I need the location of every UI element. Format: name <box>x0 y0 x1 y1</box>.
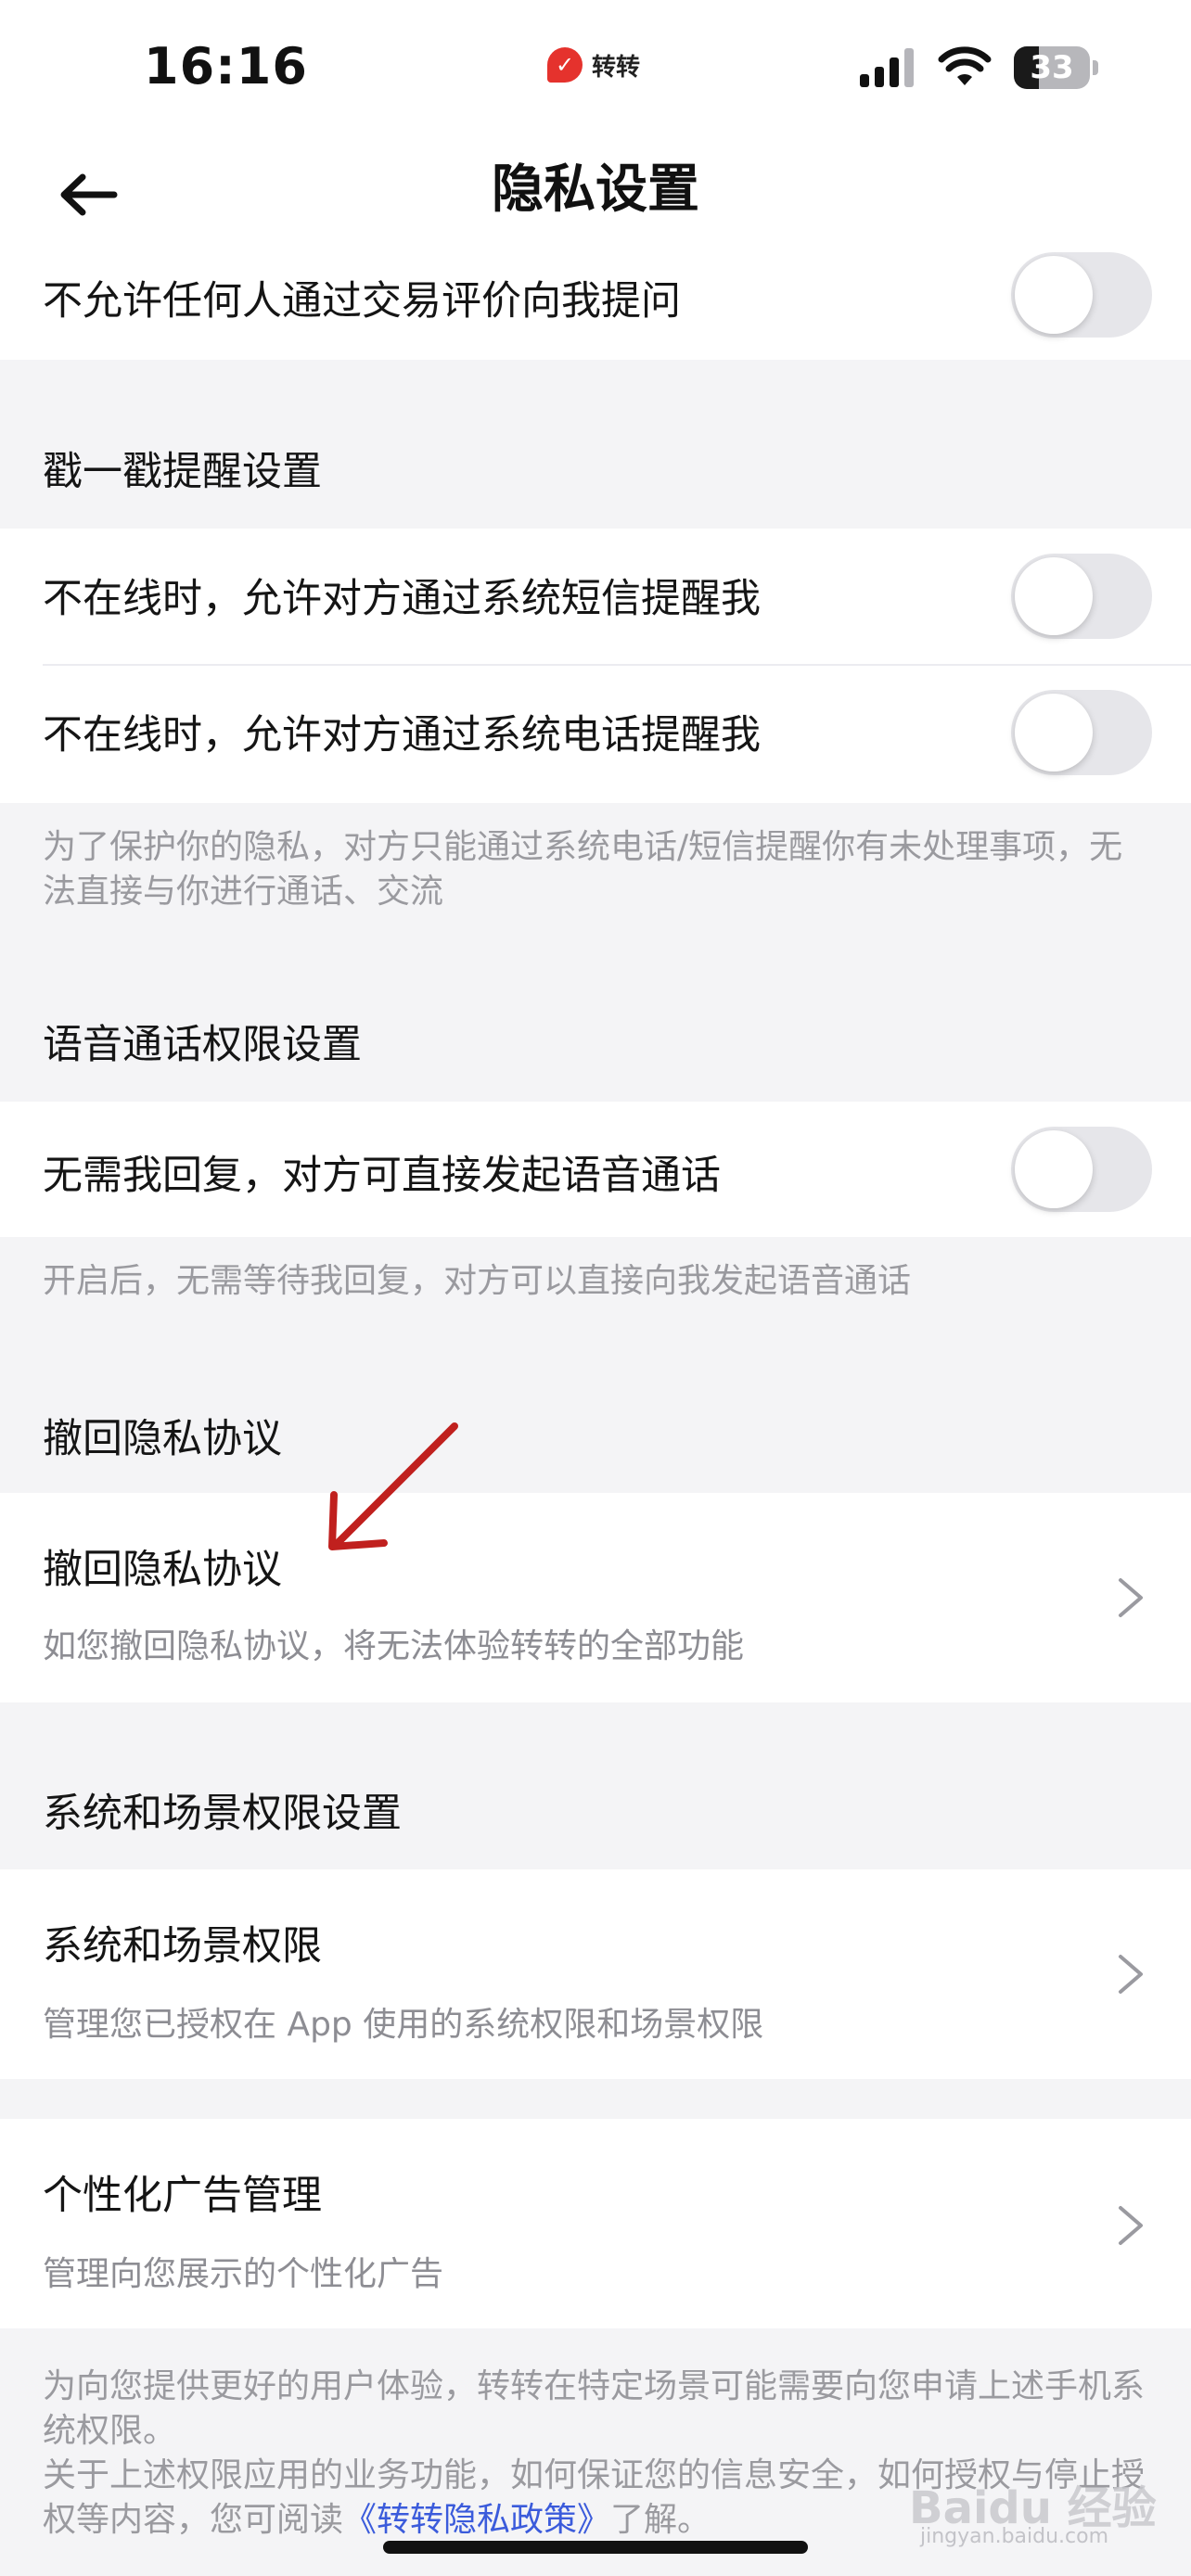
toggle-knob <box>1015 1130 1093 1208</box>
setting-sublabel: 管理您已授权在 App 使用的系统权限和场景权限 <box>43 2006 764 2044</box>
footer-note-suffix: 了解。 <box>610 2501 711 2539</box>
page-title: 隐私设置 <box>492 159 699 220</box>
poke-settings-group: 不在线时，允许对方通过系统短信提醒我 不在线时，允许对方通过系统电话提醒我 <box>0 529 1191 803</box>
system-permission-row[interactable]: 系统和场景权限 管理您已授权在 App 使用的系统权限和场景权限 <box>0 1869 1191 2079</box>
section-title-voice: 语音通话权限设置 <box>43 1022 362 1068</box>
privacy-policy-link[interactable]: 《转转隐私政策》 <box>343 2501 610 2539</box>
status-time: 16:16 <box>144 37 308 96</box>
toggle-voice-call[interactable] <box>1011 1127 1152 1212</box>
section-title-poke: 戳一戳提醒设置 <box>43 449 322 495</box>
setting-label: 不在线时，允许对方通过系统短信提醒我 <box>43 576 761 622</box>
setting-label: 不允许任何人通过交易评价向我提问 <box>43 278 681 325</box>
toggle-knob <box>1015 694 1093 772</box>
chevron-right-icon <box>1119 1955 1143 1994</box>
toggle-sms-remind[interactable] <box>1011 554 1152 639</box>
section-title-revoke: 撤回隐私协议 <box>43 1416 282 1462</box>
toggle-knob <box>1015 557 1093 635</box>
setting-label: 撤回隐私协议 <box>43 1547 282 1593</box>
baidu-watermark-url: jingyan.baidu.com <box>920 2525 1109 2548</box>
poke-note: 为了保护你的隐私，对方只能通过系统电话/短信提醒你有未处理事项，无法直接与你进行… <box>43 828 1123 911</box>
app-name: 转转 <box>592 53 641 82</box>
chevron-right-icon <box>1119 1578 1143 1617</box>
section-title-system: 系统和场景权限设置 <box>43 1791 402 1837</box>
setting-label: 无需我回复，对方可直接发起语音通话 <box>43 1153 721 1199</box>
toggle-no-question[interactable] <box>1011 252 1152 338</box>
setting-label: 系统和场景权限 <box>43 1923 322 1970</box>
wifi-icon <box>938 46 992 85</box>
setting-row-voice-call: 无需我回复，对方可直接发起语音通话 <box>0 1102 1191 1237</box>
setting-row-no-question: 不允许任何人通过交易评价向我提问 <box>0 250 1191 360</box>
personalized-ads-row[interactable]: 个性化广告管理 管理向您展示的个性化广告 <box>0 2119 1191 2328</box>
setting-label: 不在线时，允许对方通过系统电话提醒我 <box>43 712 761 759</box>
chevron-right-icon <box>1119 2206 1143 2245</box>
app-indicator: ✓ 转转 <box>547 46 640 83</box>
cellular-signal-icon <box>860 48 914 87</box>
home-indicator[interactable] <box>383 2541 808 2554</box>
voice-note: 开启后，无需等待我回复，对方可以直接向我发起语音通话 <box>43 1262 912 1300</box>
setting-sublabel: 如您撤回隐私协议，将无法体验转转的全部功能 <box>43 1627 745 1665</box>
battery-level: 33 <box>1030 49 1074 86</box>
footer-note-line-1: 为向您提供更好的用户体验，转转在特定场景可能需要向您申请上述手机系统权限。 <box>43 2367 1146 2450</box>
toggle-knob <box>1015 256 1093 334</box>
battery-icon: 33 <box>1014 46 1099 89</box>
zhuanzhuan-logo-icon: ✓ <box>547 47 583 83</box>
toggle-call-remind[interactable] <box>1011 690 1152 775</box>
setting-sublabel: 管理向您展示的个性化广告 <box>43 2255 444 2293</box>
divider <box>43 664 1191 666</box>
revoke-privacy-row[interactable]: 撤回隐私协议 如您撤回隐私协议，将无法体验转转的全部功能 <box>0 1493 1191 1702</box>
setting-label: 个性化广告管理 <box>43 2173 322 2219</box>
annotation-arrow-icon <box>328 1422 458 1550</box>
